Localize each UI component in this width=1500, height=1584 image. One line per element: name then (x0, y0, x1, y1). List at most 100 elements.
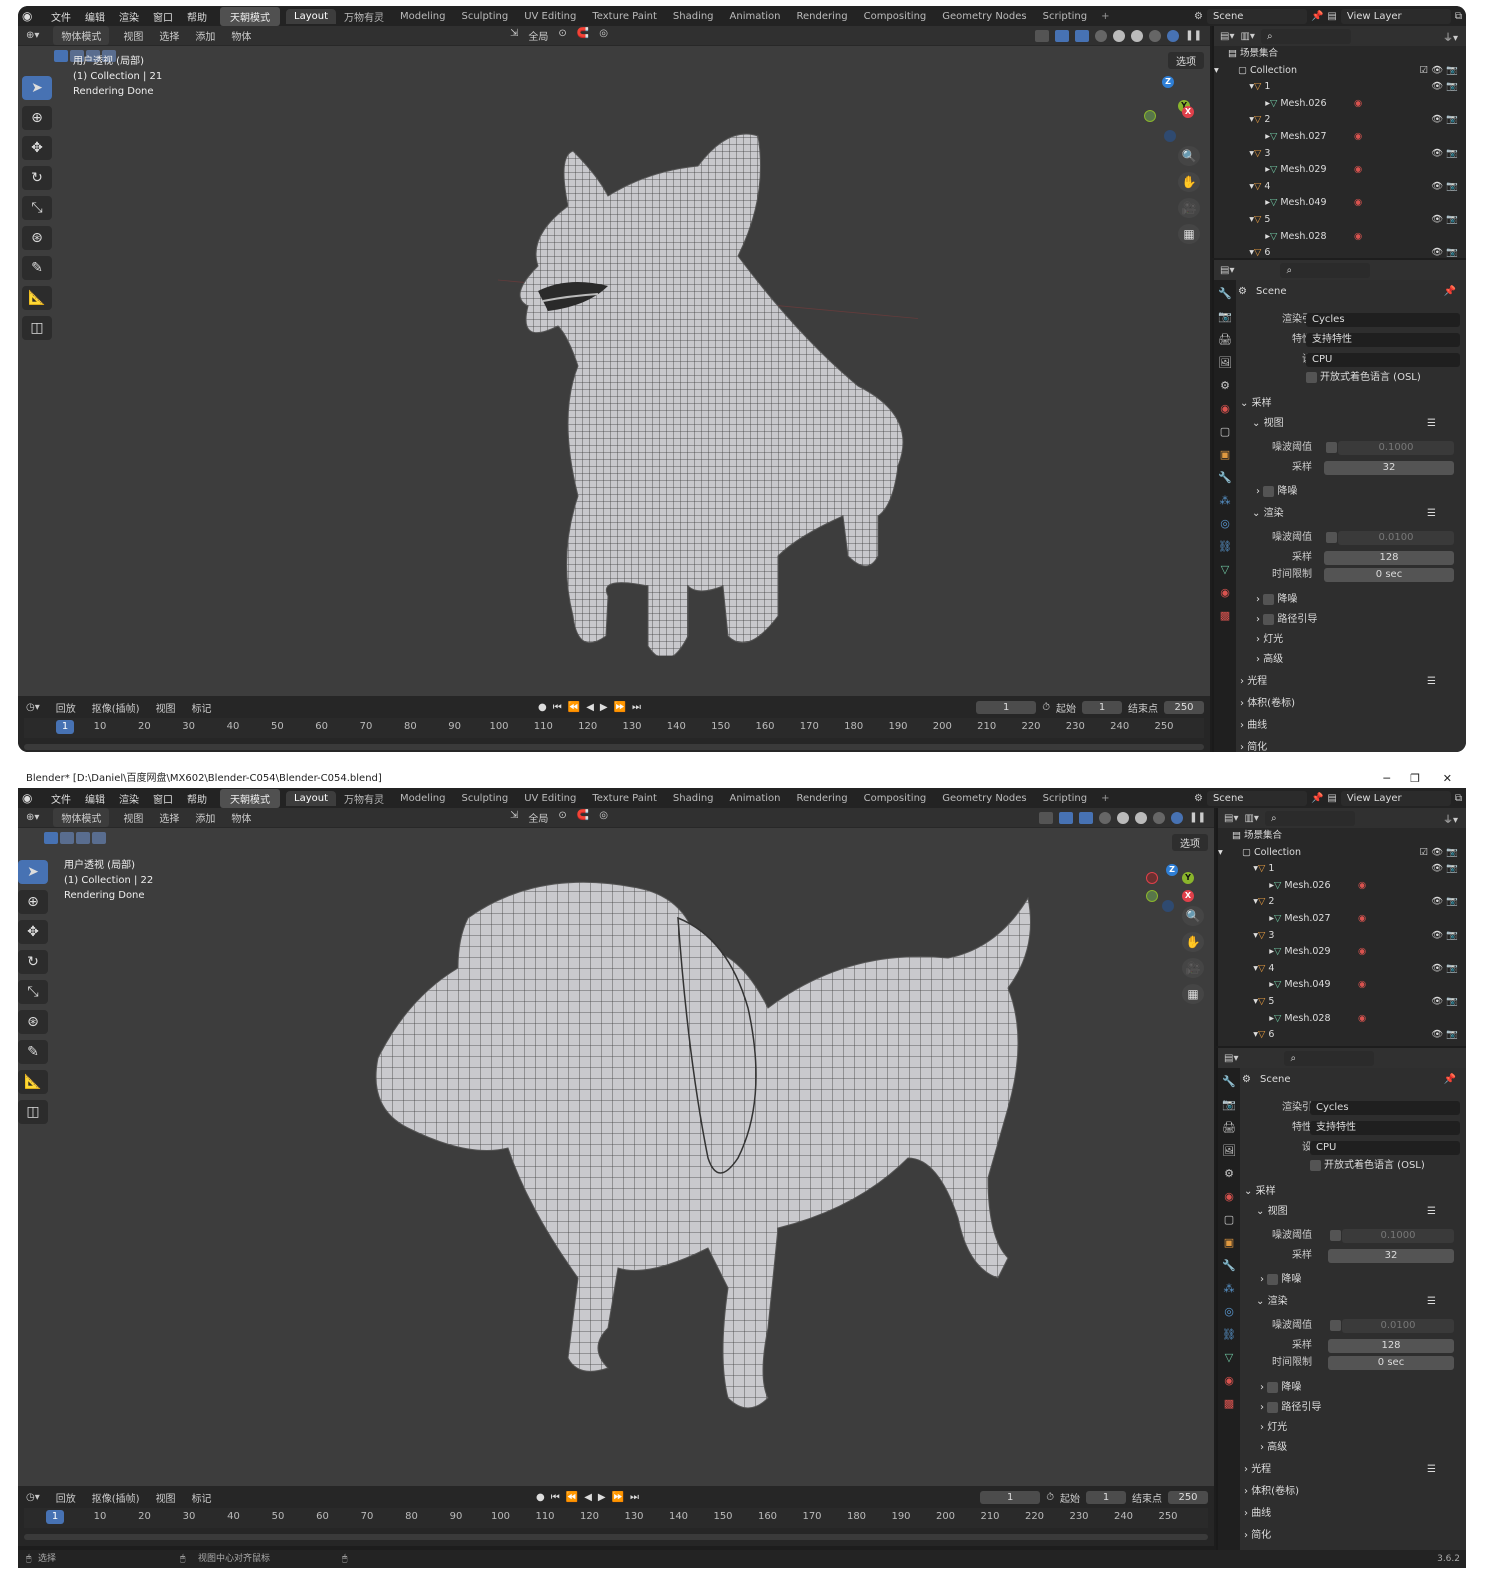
outliner-row-object[interactable]: ▾ ▽ 2 👁 📷 (1214, 112, 1466, 129)
outliner-row-mesh[interactable]: ▸ ▽ Mesh.026 ◉ (1218, 878, 1466, 895)
jump-end-icon[interactable]: ⏭ (630, 1492, 639, 1503)
add-workspace-button[interactable]: + (1095, 11, 1115, 22)
timeline-editor-icon[interactable]: ◷▾ (18, 702, 48, 713)
scene-tab-icon[interactable]: ⚙ (1222, 1166, 1236, 1182)
osl-checkbox[interactable] (1306, 372, 1317, 383)
list-icon[interactable]: ☰ (1427, 674, 1436, 690)
annotate-tool-icon[interactable]: ✎ (18, 1040, 48, 1064)
end-frame-field[interactable]: 250 (1164, 700, 1204, 714)
tab-sculpting[interactable]: Sculpting (454, 9, 517, 24)
current-frame-marker[interactable]: 1 (46, 1510, 64, 1524)
shading-solid-icon[interactable] (1135, 811, 1148, 824)
viewport-subpanel-header[interactable]: ⌄ 视图 (1256, 1204, 1288, 1220)
outliner-row-mesh[interactable]: ▸ ▽ Mesh.029 ◉ (1218, 944, 1466, 961)
constraints-tab-icon[interactable]: ⛓ (1218, 539, 1232, 555)
scale-tool-icon[interactable]: ⤡ (18, 980, 48, 1004)
material-tab-icon[interactable]: ◉ (1222, 1373, 1236, 1389)
menu-select[interactable]: 选择 (151, 28, 187, 43)
measure-tool-icon[interactable]: 📐 (18, 1070, 48, 1094)
render-subpanel-header[interactable]: ⌄ 渲染 (1252, 506, 1284, 522)
tab-layout[interactable]: Layout (286, 790, 336, 806)
object-tab-icon[interactable]: ▣ (1218, 447, 1232, 463)
tab-sculpting[interactable]: Sculpting (454, 791, 517, 806)
object-label[interactable]: 6 (1268, 1029, 1274, 1040)
outliner-row-scene[interactable]: ▤ 场景集合 (1218, 828, 1466, 845)
sampling-panel-header[interactable]: ⌄ 采样 (1240, 396, 1272, 412)
outliner-row-mesh[interactable]: ▸ ▽ Mesh.029 ◉ (1214, 162, 1466, 179)
tab-scripting[interactable]: Scripting (1035, 791, 1095, 806)
zoom-icon[interactable]: 🔍 (1182, 906, 1204, 926)
outliner-row-mesh[interactable]: ▸ ▽ Mesh.028 ◉ (1214, 229, 1466, 246)
object-label[interactable]: 4 (1264, 181, 1270, 192)
view-layer-field[interactable]: View Layer (1340, 8, 1451, 24)
camera-icon[interactable]: 🎥 (1182, 958, 1204, 978)
mesh-label[interactable]: Mesh.028 (1280, 231, 1326, 242)
pause-icon[interactable]: ❚❚ (1189, 812, 1206, 823)
select-mode-row[interactable] (44, 832, 106, 844)
object-label[interactable]: 4 (1268, 963, 1274, 974)
advanced-subpanel[interactable]: › 高级 (1256, 652, 1283, 668)
maximize-icon[interactable]: ❐ (1410, 770, 1420, 788)
feature-set-dropdown[interactable]: 支持特性 (1310, 1121, 1460, 1135)
volumes-panel[interactable]: › 体积(卷标) (1244, 1484, 1299, 1500)
proportional-icon[interactable]: ◎ (599, 28, 608, 43)
new-layer-icon[interactable]: ⧉ (1455, 793, 1462, 804)
add-cube-tool-icon[interactable]: ◫ (18, 1100, 48, 1124)
menu-render[interactable]: 渲染 (112, 791, 146, 806)
render-denoise-subpanel[interactable]: › 降噪 (1256, 592, 1297, 608)
row-toggles[interactable]: ☑ 👁 📷 (1420, 63, 1458, 80)
material-icon[interactable]: ◉ (1358, 911, 1366, 928)
object-label[interactable]: 5 (1268, 996, 1274, 1007)
overlay-toggle-icon[interactable] (1075, 29, 1090, 42)
list-icon[interactable]: ☰ (1427, 1462, 1436, 1478)
xray-icon[interactable] (1099, 811, 1112, 824)
display-mode-icon[interactable]: ▥▾ (1240, 31, 1254, 42)
corgi-wireframe-model[interactable] (498, 116, 918, 656)
volumes-panel[interactable]: › 体积(卷标) (1240, 696, 1295, 712)
current-frame-marker[interactable]: 1 (56, 720, 74, 734)
add-workspace-button[interactable]: + (1095, 793, 1115, 804)
viewport-samples-field[interactable]: 32 (1324, 461, 1454, 475)
current-frame-field[interactable]: 1 (980, 1490, 1041, 1504)
data-tab-icon[interactable]: ▽ (1218, 562, 1232, 578)
render-engine-dropdown[interactable]: Cycles (1306, 313, 1460, 327)
close-icon[interactable]: ✕ (1443, 770, 1452, 788)
object-label[interactable]: 1 (1268, 863, 1274, 874)
row-toggles[interactable]: 👁 📷 (1431, 79, 1458, 96)
physics-tab-icon[interactable]: ◎ (1218, 516, 1232, 532)
gizmo-z-icon[interactable]: Z (1162, 76, 1174, 88)
material-icon[interactable]: ◉ (1354, 96, 1362, 113)
material-icon[interactable]: ◉ (1358, 944, 1366, 961)
gizmo-x-icon[interactable]: X (1182, 890, 1194, 902)
outliner-row-collection[interactable]: ▾ ▢ Collection ☑ 👁 📷 (1214, 63, 1466, 80)
mesh-label[interactable]: Mesh.026 (1280, 98, 1326, 109)
material-icon[interactable]: ◉ (1358, 977, 1366, 994)
shading-wireframe-icon[interactable] (1113, 29, 1126, 42)
options-button[interactable]: 选项 (1172, 834, 1208, 851)
object-label[interactable]: 2 (1264, 114, 1270, 125)
output-tab-icon[interactable]: 🖨 (1222, 1120, 1236, 1136)
play-reverse-icon[interactable]: ◀ (584, 1492, 592, 1503)
render-noise-field[interactable]: 0.0100 (1338, 531, 1454, 545)
menu-help[interactable]: 帮助 (180, 791, 214, 806)
timeline-scrollbar[interactable] (24, 1534, 1208, 1540)
transform-tool-icon[interactable]: ⊛ (18, 1010, 48, 1034)
noise-threshold-checkbox[interactable] (1330, 1230, 1341, 1241)
outliner-row-mesh[interactable]: ▸ ▽ Mesh.027 ◉ (1214, 129, 1466, 146)
shading-wireframe-icon[interactable] (1117, 811, 1130, 824)
frame-ruler[interactable]: 1 10 20 30 40 50 60 70 80 90 100 110 120 130 140 150 16… (24, 718, 1204, 738)
scene-tab-icon[interactable]: ⚙ (1218, 378, 1232, 394)
mesh-label[interactable]: Mesh.026 (1284, 880, 1330, 891)
row-toggles[interactable]: 👁 📷 (1431, 861, 1458, 878)
cursor-tool-icon[interactable]: ⊕ (22, 106, 52, 130)
particles-tab-icon[interactable]: ⁂ (1218, 493, 1232, 509)
gizmo-toggle-icon[interactable] (1059, 811, 1074, 824)
properties-search[interactable]: ⌕ (1284, 1050, 1375, 1066)
noise-threshold-checkbox[interactable] (1330, 1320, 1341, 1331)
blender-logo-icon[interactable]: ◉ (22, 9, 40, 23)
viewport-subpanel-header[interactable]: ⌄ 视图 (1252, 416, 1284, 432)
material-tab-icon[interactable]: ◉ (1218, 585, 1232, 601)
mesh-label[interactable]: Mesh.029 (1280, 164, 1326, 175)
time-limit-field[interactable]: 0 sec (1328, 1356, 1454, 1370)
row-toggles[interactable]: ☑ 👁 📷 (1420, 845, 1458, 862)
